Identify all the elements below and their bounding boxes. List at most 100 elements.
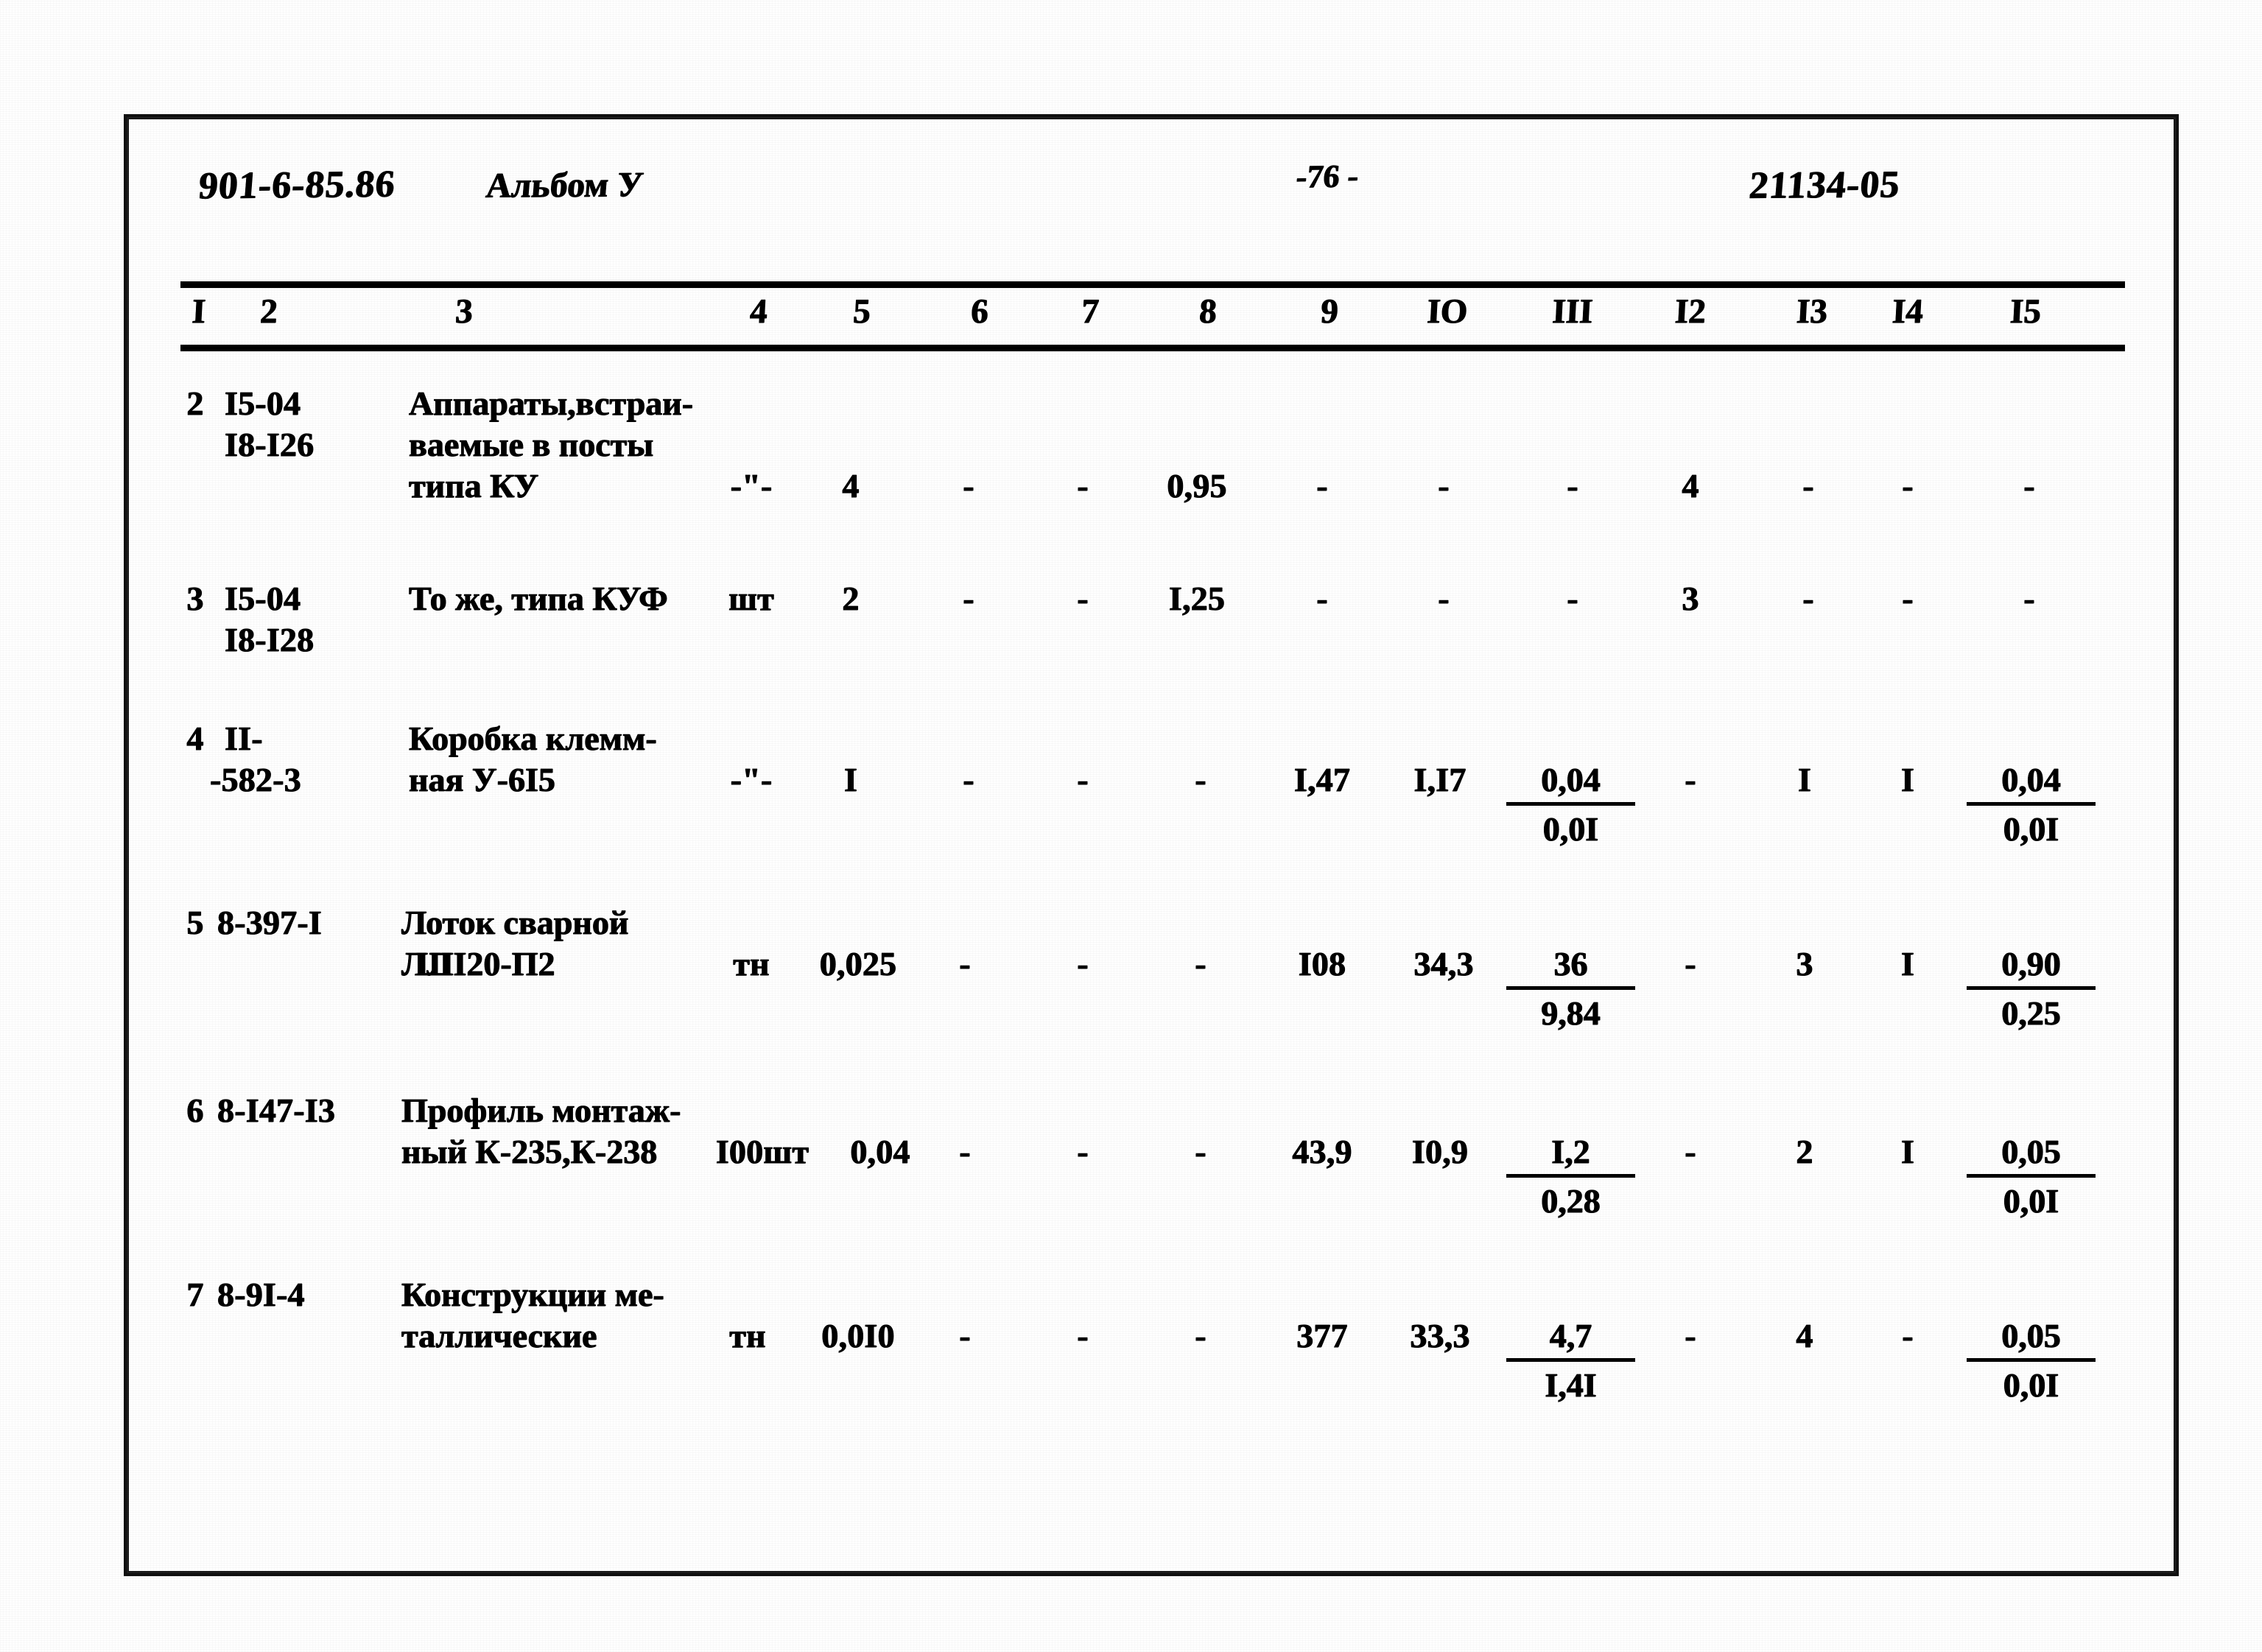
col12-cell: - [1685, 1133, 1696, 1171]
description-line-1: Профиль монтаж- [401, 1092, 681, 1130]
qty-cell: I [843, 761, 858, 799]
col9-cell: 43,9 [1292, 1133, 1352, 1171]
unit-cell: -"- [730, 467, 773, 505]
code-line-1: I5-04 [225, 580, 301, 618]
col10-cell: 33,3 [1410, 1317, 1470, 1355]
qty-cell: 0,04 [850, 1133, 910, 1171]
col6-cell: - [963, 580, 974, 618]
column-number-13: I3 [1795, 292, 1829, 331]
col15-denominator: 0,25 [2001, 994, 2061, 1033]
table-body: 2 I5-04 I8-I26 Аппараты,встраи- ваемые в… [180, 383, 2140, 1473]
col15-cell: - [2023, 580, 2035, 618]
col13-cell: - [1802, 580, 1814, 618]
col8-cell: - [1195, 1133, 1206, 1171]
column-number-14: I4 [1891, 292, 1925, 331]
row-index: 4 [186, 720, 204, 758]
column-number-4: 4 [748, 292, 769, 331]
col15-cell: - [2023, 467, 2035, 505]
col10-cell: I0,9 [1411, 1133, 1469, 1171]
description-line-3: типа КУ [409, 467, 539, 505]
table-row: 2 I5-04 I8-I26 Аппараты,встраи- ваемые в… [180, 383, 2140, 552]
col14-cell: - [1902, 1317, 1914, 1355]
col8-cell: - [1195, 761, 1206, 799]
table-row: 7 8-9I-4 Конструкции ме- таллические тн … [180, 1274, 2140, 1421]
unit-cell: -"- [730, 761, 773, 799]
col12-cell: - [1685, 761, 1696, 799]
col13-cell: - [1802, 467, 1814, 505]
col11-cell: - [1567, 580, 1578, 618]
col14-cell: - [1902, 467, 1914, 505]
col11-fraction: I,2 0,28 [1506, 1131, 1635, 1222]
description-line-1: То же, типа КУФ [409, 580, 668, 618]
unit-cell: тн [729, 1317, 766, 1355]
column-number-11: III [1551, 292, 1594, 331]
code-line-2: I8-I28 [225, 621, 315, 659]
col12-cell: 4 [1682, 467, 1699, 505]
col12-cell: 3 [1682, 580, 1699, 618]
col9-cell: - [1316, 467, 1328, 505]
col8-cell: - [1195, 945, 1206, 983]
column-number-9: 9 [1319, 292, 1340, 331]
col6-cell: - [959, 1317, 971, 1355]
description-line-1: Конструкции ме- [401, 1276, 664, 1314]
col11-denominator: 9,84 [1541, 994, 1601, 1033]
col13-cell: 2 [1796, 1133, 1813, 1171]
code-line-1: 8-397-I [217, 904, 322, 942]
unit-cell: I00шт [715, 1133, 809, 1171]
row-index: 6 [186, 1092, 204, 1130]
col9-cell: I,47 [1293, 761, 1351, 799]
table-rule-top [180, 281, 2125, 288]
description-line-1: Коробка клемм- [409, 720, 657, 758]
column-number-10: IO [1426, 292, 1469, 331]
col7-cell: - [1077, 761, 1089, 799]
description-line-2: ваемые в посты [409, 426, 654, 464]
description-line-1: Лоток сварной [401, 904, 629, 942]
col8-cell: I,25 [1168, 580, 1226, 618]
column-number-2: 2 [259, 292, 279, 331]
col7-cell: - [1077, 467, 1089, 505]
col13-cell: I [1797, 761, 1812, 799]
col6-cell: - [959, 945, 971, 983]
column-number-12: I2 [1673, 292, 1707, 331]
col11-fraction: 36 9,84 [1506, 943, 1635, 1034]
drawing-number: 21134-05 [1747, 164, 1902, 207]
table-row: 4 II- -582-3 Коробка клемм- ная У-6I5 -"… [180, 718, 2140, 865]
column-number-6: 6 [969, 292, 990, 331]
col11-denominator: 0,0I [1542, 810, 1599, 848]
unit-cell: шт [728, 580, 774, 618]
col14-cell: I [1900, 945, 1915, 983]
col15-numerator: 0,90 [1967, 943, 2096, 990]
col7-cell: - [1077, 1317, 1089, 1355]
code-line-1: I5-04 [225, 384, 301, 423]
col11-cell: - [1567, 467, 1578, 505]
unit-cell: тн [733, 945, 770, 983]
row-index: 3 [186, 580, 204, 618]
description-line-2: ная У-6I5 [409, 761, 556, 799]
description-line-2: ный К-235,К-238 [401, 1133, 658, 1171]
col8-cell: 0,95 [1167, 467, 1227, 505]
col10-cell: - [1438, 467, 1450, 505]
col15-numerator: 0,05 [1967, 1315, 2096, 1362]
code-line-1: 8-9I-4 [217, 1276, 305, 1314]
col11-denominator: I,4I [1545, 1366, 1597, 1405]
code-line-1: 8-I47-I3 [217, 1092, 336, 1130]
document-code: 901-6-85.86 [197, 163, 397, 208]
column-number-3: 3 [454, 292, 474, 331]
col15-denominator: 0,0I [2003, 810, 2059, 848]
table-row: 6 8-I47-I3 Профиль монтаж- ный К-235,К-2… [180, 1090, 2140, 1237]
col15-denominator: 0,0I [2003, 1182, 2059, 1220]
col11-numerator: 4,7 [1506, 1315, 1635, 1362]
row-index: 5 [186, 904, 204, 942]
description-line-2: ШI20-П2 [416, 945, 555, 983]
code-line-1: II- [225, 720, 263, 758]
col15-fraction: 0,90 0,25 [1967, 943, 2096, 1034]
col11-denominator: 0,28 [1541, 1182, 1601, 1220]
row-index: 2 [186, 384, 204, 423]
col11-numerator: I,2 [1506, 1131, 1635, 1178]
code-line-2: I8-I26 [225, 426, 315, 464]
qty-cell: 0,0I0 [821, 1317, 895, 1355]
scanned-page: 901-6-85.86 Альбом У -76 - 21134-05 I 2 … [0, 0, 2262, 1652]
code-line-2: -582-3 [210, 761, 301, 799]
qty-cell: 2 [842, 580, 860, 618]
col6-cell: - [963, 467, 974, 505]
